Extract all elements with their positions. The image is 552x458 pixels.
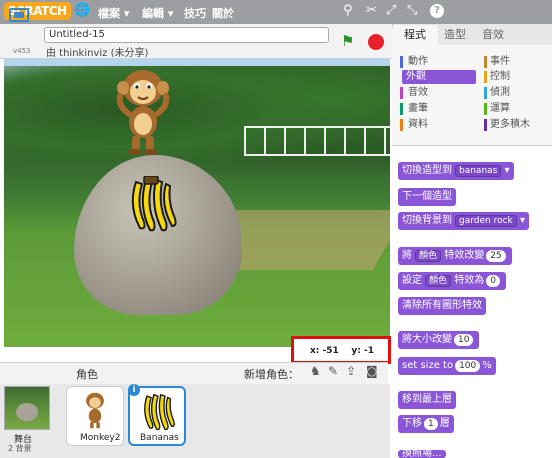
grow-icon[interactable]: ⤢ (386, 3, 396, 18)
green-flag-icon[interactable]: ⚑ (341, 32, 354, 50)
backdrop-dropdown[interactable]: garden rock (455, 215, 517, 227)
category-sensing[interactable]: 偵測 (490, 86, 510, 100)
category-pen[interactable]: 畫筆 (408, 102, 428, 116)
monkey-thumb (86, 392, 104, 429)
upload-icon[interactable]: ⇪ (346, 364, 356, 378)
stop-icon[interactable] (368, 34, 384, 50)
project-title-input[interactable]: Untitled-15 (44, 27, 329, 43)
size-set-input[interactable]: 100 (455, 360, 481, 372)
effect-change-input[interactable]: 25 (486, 250, 506, 262)
sprite-list (0, 384, 390, 458)
version-label: v453 (13, 47, 31, 55)
sprite-library-icon[interactable]: ♞ (310, 364, 321, 378)
tab-sounds[interactable]: 音效 (476, 25, 510, 45)
sprite-info-icon[interactable]: i (128, 384, 140, 396)
block-change-effect[interactable]: 將顏色 特效改變 25 (398, 247, 512, 265)
block-switch-costume[interactable]: 切換造型到 bananas ▾ (398, 162, 514, 180)
tab-scripts[interactable]: 程式 (392, 25, 438, 45)
sound-color-bar (400, 87, 403, 99)
operators-color-bar (484, 103, 487, 115)
control-color-bar (484, 71, 487, 83)
backdrop-count: 2 背景 (8, 444, 32, 453)
block-set-size[interactable]: set size to 100% (398, 357, 496, 375)
more-blocks-color-bar (484, 119, 487, 131)
paint-brush-icon[interactable]: ✎ (328, 364, 338, 378)
sensing-color-bar (484, 87, 487, 99)
cut-icon[interactable]: ✂ (366, 3, 377, 18)
category-sound[interactable]: 音效 (408, 86, 428, 100)
layers-input[interactable]: 1 (424, 418, 438, 430)
sprite-name-bananas: Bananas (140, 433, 179, 443)
events-color-bar (484, 56, 487, 68)
background-fence (244, 126, 390, 156)
block-go-back-layers[interactable]: 下移 1 層 (398, 415, 454, 433)
effect-dropdown[interactable]: 顏色 (415, 250, 442, 262)
category-operators[interactable]: 運算 (490, 102, 510, 116)
y-label: y: (351, 346, 361, 356)
category-events[interactable]: 事件 (490, 55, 510, 69)
costume-dropdown[interactable]: bananas (455, 165, 502, 177)
bananas-sprite[interactable] (126, 176, 178, 234)
pen-color-bar (400, 103, 403, 115)
category-control[interactable]: 控制 (490, 70, 510, 84)
category-motion[interactable]: 動作 (408, 55, 428, 69)
category-looks[interactable]: 外觀 (402, 70, 476, 84)
x-label: x: (310, 346, 320, 356)
category-more-blocks[interactable]: 更多積木 (490, 118, 530, 132)
bananas-thumb (144, 393, 175, 431)
sprite-name-monkey2: Monkey2 (80, 433, 121, 443)
language-globe-icon[interactable]: 🌐 (74, 3, 90, 18)
block-set-effect[interactable]: 設定 顏色 特效為 0 (398, 272, 506, 290)
monkey-sprite[interactable] (112, 66, 174, 156)
stage-canvas[interactable] (4, 58, 390, 347)
block-partial[interactable]: 換照場... (398, 450, 446, 458)
fullscreen-icon[interactable] (9, 8, 29, 22)
duplicate-icon[interactable]: ⚲ (343, 3, 353, 18)
data-color-bar (400, 119, 403, 131)
menu-edit[interactable]: 編輯 ▾ (142, 5, 173, 21)
effect-set-input[interactable]: 0 (486, 275, 500, 287)
size-change-input[interactable]: 10 (454, 334, 474, 346)
sprites-title: 角色 (76, 368, 98, 381)
set-effect-dropdown[interactable]: 顏色 (425, 275, 452, 287)
x-value: -51 (322, 346, 339, 356)
mouse-coordinates: x: -51 y: -1 (310, 346, 374, 356)
block-change-size[interactable]: 將大小改變 10 (398, 331, 480, 349)
tab-costumes[interactable]: 造型 (438, 25, 472, 45)
project-byline: 由 thinkinviz (未分享) (46, 48, 149, 59)
menu-file[interactable]: 檔案 ▾ (98, 5, 129, 21)
stage-thumbnail[interactable] (4, 386, 50, 430)
menu-tips[interactable]: 技巧 (184, 5, 206, 21)
block-go-to-front[interactable]: 移到最上層 (398, 391, 456, 409)
background-trees (4, 66, 390, 176)
y-value: -1 (363, 346, 374, 356)
top-menu-bar: SCRATCH 🌐 檔案 ▾ 編輯 ▾ 技巧 關於 ⚲ ✂ ⤢ ⤡ ? (0, 0, 552, 24)
menu-about[interactable]: 關於 (212, 5, 234, 21)
shrink-icon[interactable]: ⤡ (407, 3, 417, 18)
category-data[interactable]: 資料 (408, 118, 428, 132)
help-icon[interactable]: ? (430, 4, 444, 18)
new-sprite-label: 新增角色： (244, 368, 299, 381)
camera-icon[interactable]: ◙ (366, 364, 378, 378)
block-clear-effects[interactable]: 清除所有圖形特效 (398, 297, 486, 315)
motion-color-bar (400, 56, 403, 68)
block-next-costume[interactable]: 下一個造型 (398, 188, 456, 206)
block-switch-backdrop[interactable]: 切換背景到 garden rock ▾ (398, 212, 529, 230)
